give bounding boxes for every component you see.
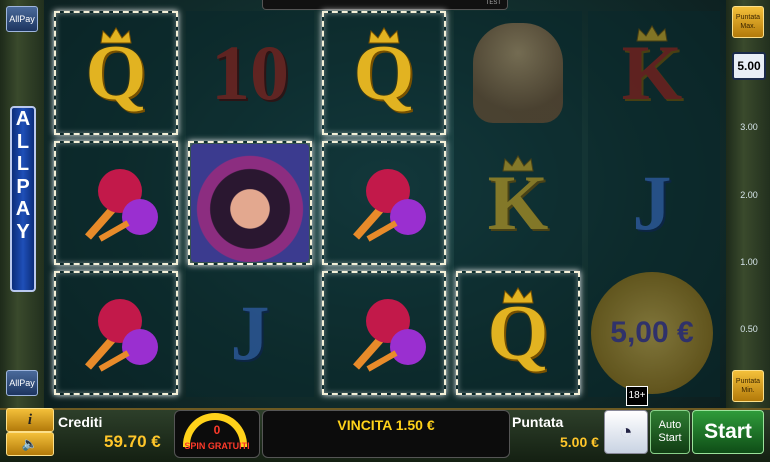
ten-symbol: 10 xyxy=(211,29,289,116)
reel-2: 10 J xyxy=(186,11,314,397)
reel-5-symbol-1: K xyxy=(590,11,714,135)
queen-symbol: Q xyxy=(487,289,549,376)
info-button[interactable]: i xyxy=(6,408,54,432)
maracas-icon xyxy=(85,299,158,372)
crown-icon xyxy=(502,287,534,304)
maracas-icon xyxy=(353,299,426,372)
top-info-text: TEST xyxy=(485,0,501,6)
age-badge: 18+ xyxy=(626,386,648,406)
jack-symbol: J xyxy=(230,289,270,376)
jack-symbol: J xyxy=(632,159,672,246)
king-symbol: K xyxy=(621,29,683,116)
allpay-letter-p: P xyxy=(16,175,30,198)
min-bet-button[interactable]: Puntata Min. xyxy=(732,370,764,402)
maracas-icon xyxy=(85,169,158,242)
voodoo-queen-symbol xyxy=(191,144,309,262)
reel-5-symbol-2: J xyxy=(590,141,714,265)
reel-3-symbol-3 xyxy=(322,271,446,395)
stake-selector[interactable]: 5.00 xyxy=(732,52,766,80)
reel-4: K Q xyxy=(454,11,582,397)
credits-value: 59.70 € xyxy=(104,432,161,451)
start-button[interactable]: Start xyxy=(692,410,764,454)
allpay-letter-y: Y xyxy=(16,220,30,243)
queen-symbol: Q xyxy=(85,29,147,116)
bet-value: 5.00 € xyxy=(560,434,599,450)
allpay-letter-a2: A xyxy=(15,198,31,221)
credits-label: Crediti xyxy=(58,414,103,430)
auto-start-label-2: Start xyxy=(658,432,682,444)
sound-button[interactable]: 🔈 xyxy=(6,432,54,456)
auto-start-label-1: Auto xyxy=(658,419,682,431)
scale-tick: 3.00 xyxy=(740,122,758,132)
reel-2-symbol-3: J xyxy=(188,271,312,395)
coin-symbol: 5,00 € xyxy=(591,272,713,394)
scale-tick: 0.50 xyxy=(740,324,758,334)
king-symbol: K xyxy=(487,159,549,246)
slot-machine: TEST AllPay ALLPAY AllPay Q 10 J Q K Q K… xyxy=(0,0,770,462)
reel-5: K J 5,00 € xyxy=(588,11,720,397)
auto-start-button[interactable]: Auto Start xyxy=(650,410,690,454)
reel-1-symbol-2 xyxy=(54,141,178,265)
win-display: VINCITA 1.50 € xyxy=(262,410,510,458)
bet-label: Puntata xyxy=(512,414,564,430)
scale-tick: 1.00 xyxy=(740,257,758,267)
reel-1: Q xyxy=(52,11,180,397)
win-text: VINCITA 1.50 € xyxy=(337,417,435,433)
crown-icon xyxy=(368,27,400,44)
scale-tick: 2.00 xyxy=(740,190,758,200)
crown-icon xyxy=(636,25,668,42)
speed-button[interactable]: ◔ xyxy=(604,410,648,454)
reel-4-symbol-2: K xyxy=(456,141,580,265)
allpay-top-button[interactable]: AllPay xyxy=(6,6,38,32)
free-spins-count: 0 xyxy=(213,423,221,437)
reel-3: Q xyxy=(320,11,448,397)
speedometer-icon: ◔ xyxy=(619,419,633,444)
reel-1-symbol-3 xyxy=(54,271,178,395)
reel-2-symbol-1: 10 xyxy=(188,11,312,135)
reel-5-symbol-3: 5,00 € xyxy=(590,271,714,395)
allpay-letter-a: A xyxy=(15,108,31,130)
reel-4-symbol-3: Q xyxy=(456,271,580,395)
crown-icon xyxy=(502,155,534,172)
free-spins-label: SPIN GRATUITI xyxy=(184,441,250,451)
speaker-icon: 🔈 xyxy=(21,436,39,451)
reel-3-symbol-2 xyxy=(322,141,446,265)
top-info-bar: TEST xyxy=(262,0,508,10)
reel-4-symbol-1 xyxy=(456,11,580,135)
reel-1-symbol-1: Q xyxy=(54,11,178,135)
max-bet-button[interactable]: Puntata Max. xyxy=(732,6,764,38)
queen-symbol: Q xyxy=(353,29,415,116)
allpay-vertical-label: ALLPAY xyxy=(10,106,36,292)
allpay-letter-l2: L xyxy=(16,153,30,176)
reel-2-symbol-2 xyxy=(188,141,312,265)
free-spins-display: 0 SPIN GRATUITI xyxy=(174,410,260,458)
allpay-bottom-button[interactable]: AllPay xyxy=(6,370,38,396)
voodoo-doll-symbol xyxy=(473,23,563,123)
allpay-letter-l1: L xyxy=(16,130,30,153)
reel-3-symbol-1: Q xyxy=(322,11,446,135)
maracas-icon xyxy=(353,169,426,242)
crown-icon xyxy=(100,27,132,44)
